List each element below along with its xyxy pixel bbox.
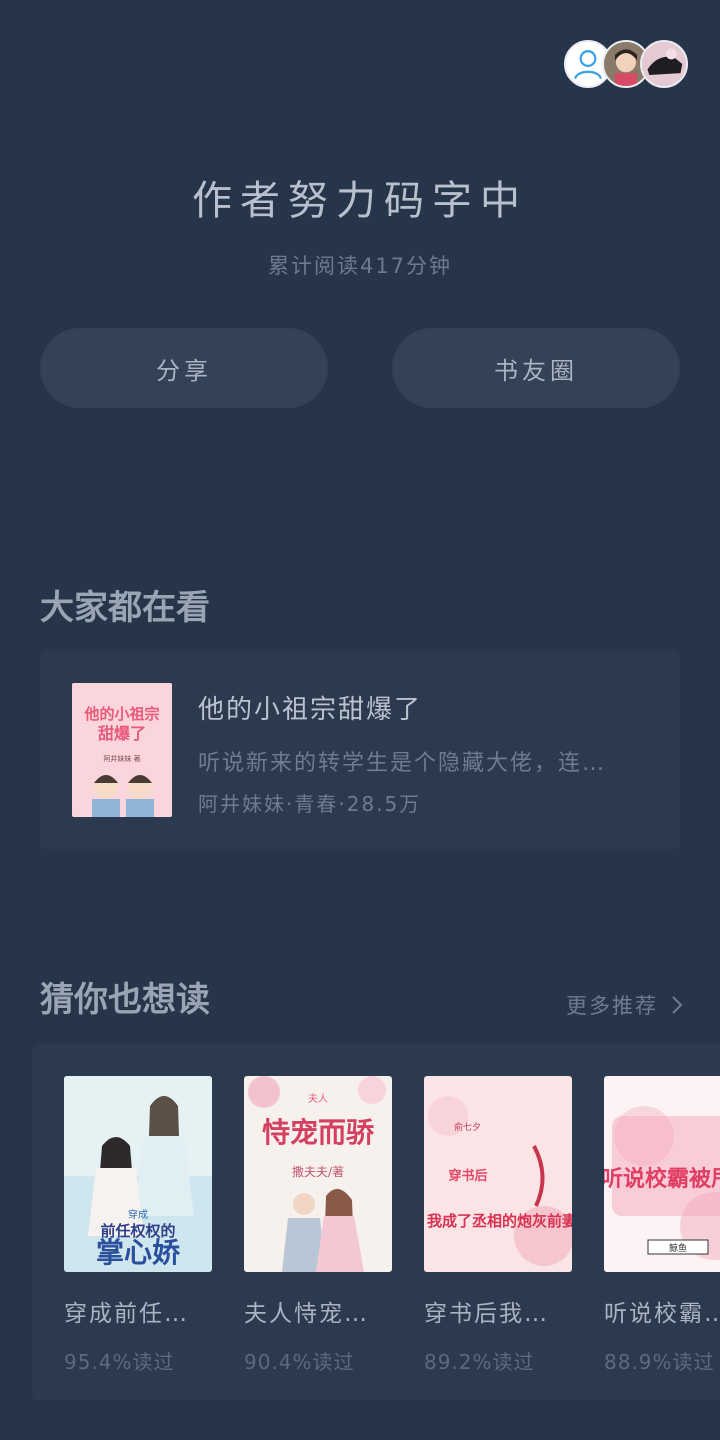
reading-time: 累计阅读417分钟: [267, 254, 453, 278]
read-rate: 90.4%读过: [244, 1350, 355, 1374]
book-title: 穿成前任…: [64, 1301, 189, 1327]
book-item[interactable]: 听说校霸被甩了 鲸鱼 听说校霸… 88.9%读过: [604, 1076, 720, 1375]
page-title: 作者努力码字中: [192, 178, 528, 224]
book-description: 听说新来的转学生是个隐藏大佬，连…: [198, 751, 607, 776]
cover-title: 掌心娇: [96, 1236, 181, 1269]
recommend-section-title: 猜你也想读: [40, 980, 210, 1020]
book-cover: 俞七夕 穿书后 我成了丞相的炮灰前妻: [424, 1076, 572, 1272]
book-cover: 夫人 恃宠而骄 撒夫夫/著: [244, 1076, 392, 1272]
more-recommend-label: 更多推荐: [566, 994, 658, 1018]
cover-tag: 穿成: [128, 1208, 148, 1221]
cover-subtitle: 夫人: [308, 1093, 328, 1105]
popular-section-title: 大家都在看: [40, 588, 210, 628]
book-item[interactable]: 夫人 恃宠而骄 撒夫夫/著 夫人恃宠… 90.4%读过: [244, 1076, 392, 1375]
read-rate: 95.4%读过: [64, 1350, 175, 1374]
popular-book-card[interactable]: 他的小祖宗 甜爆了 阿井妹妹 著 他的小祖宗甜爆了 听说新来的转学生是个隐藏大佬…: [40, 651, 680, 849]
book-title: 听说校霸…: [604, 1301, 720, 1327]
cover-title-line1: 他的小祖宗: [83, 705, 159, 723]
book-item[interactable]: 俞七夕 穿书后 我成了丞相的炮灰前妻 穿书后我… 89.2%读过: [424, 1076, 572, 1375]
book-title: 夫人恃宠…: [244, 1301, 369, 1327]
book-cover: 穿成 前任权权的 掌心娇: [64, 1076, 212, 1272]
book-item[interactable]: 穿成 前任权权的 掌心娇 穿成前任… 95.4%读过: [64, 1076, 212, 1375]
recommend-book-list[interactable]: 穿成 前任权权的 掌心娇 穿成前任… 95.4%读过 夫人 恃宠而骄 撒夫夫/著: [32, 1044, 720, 1400]
cover-title: 听说校霸被甩了: [604, 1166, 720, 1192]
cover-title: 恃宠而骄: [262, 1116, 375, 1149]
book-meta: 阿井妹妹·青春·28.5万: [198, 792, 422, 816]
share-button[interactable]: 分享: [40, 328, 328, 408]
read-rate: 89.2%读过: [424, 1350, 535, 1374]
book-circle-button[interactable]: 书友圈: [392, 328, 680, 408]
avatar-car: [640, 40, 688, 88]
cover-title-line2: 甜爆了: [98, 724, 146, 743]
read-rate: 88.9%读过: [604, 1350, 715, 1374]
book-circle-button-label: 书友圈: [494, 356, 578, 385]
book-cover: 他的小祖宗 甜爆了 阿井妹妹 著: [72, 683, 172, 817]
book-title: 他的小祖宗甜爆了: [198, 695, 423, 725]
share-button-label: 分享: [156, 356, 212, 385]
cover-subtitle: 穿书后: [448, 1168, 487, 1184]
cover-author: 阿井妹妹 著: [103, 754, 140, 763]
cover-author: 鲸鱼: [669, 1242, 687, 1254]
reader-avatars[interactable]: [564, 40, 688, 88]
book-detail-page: 作者努力码字中 累计阅读417分钟 分享 书友圈 大家都在看 他的小祖宗 甜爆了…: [0, 0, 720, 1440]
more-recommend-link[interactable]: 更多推荐: [566, 990, 684, 1020]
book-title: 穿书后我…: [424, 1301, 549, 1327]
book-cover: 听说校霸被甩了 鲸鱼: [604, 1076, 720, 1272]
cover-author: 俞七夕: [454, 1121, 481, 1133]
cover-author: 撒夫夫/著: [292, 1164, 344, 1179]
chevron-right-icon: [672, 996, 683, 1014]
cover-title: 我成了丞相的炮灰前妻: [427, 1212, 572, 1230]
